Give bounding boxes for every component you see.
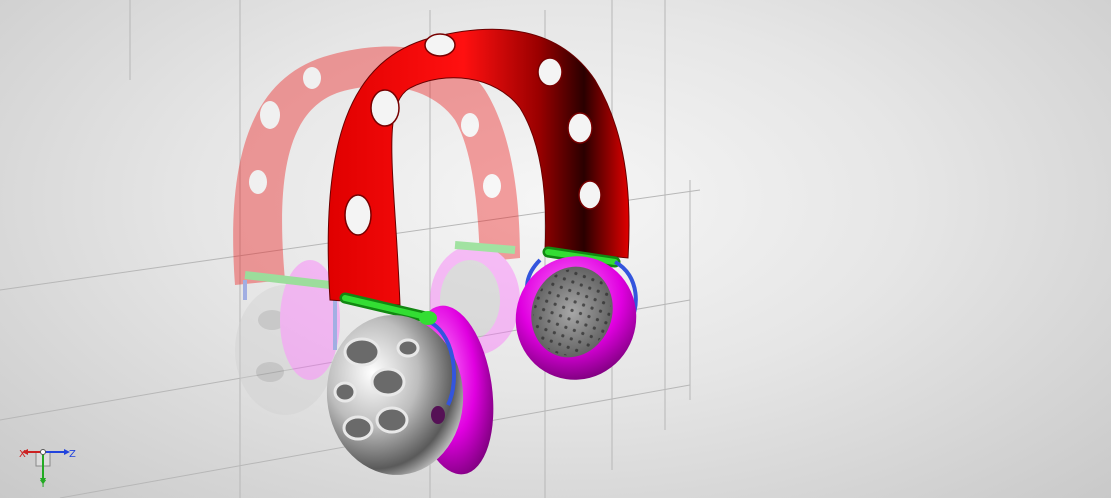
triad-icon [22, 449, 70, 484]
view-triad[interactable]: X Z Y [14, 440, 84, 492]
right-earcup[interactable] [498, 239, 653, 397]
z-axis-label: Z [69, 449, 76, 460]
y-axis-label: Y [40, 479, 47, 490]
3d-viewport[interactable]: X Z Y [0, 0, 1111, 498]
model-scene[interactable] [0, 0, 1111, 498]
x-axis-label: X [19, 449, 26, 460]
